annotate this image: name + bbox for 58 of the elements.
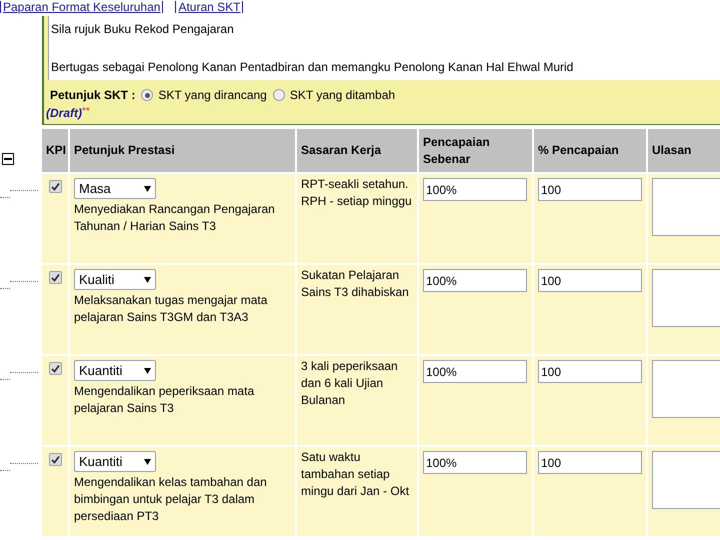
column-header: Ulasan bbox=[648, 129, 720, 172]
column-header: Sasaran Kerja bbox=[297, 129, 417, 172]
dropdown-caret-icon bbox=[144, 368, 151, 374]
percent-field[interactable]: 100 bbox=[538, 178, 642, 201]
tree-line bbox=[10, 190, 38, 191]
target-text: RPT-seakli setahun. RPH - setiap minggu bbox=[301, 176, 413, 210]
link[interactable]: Paparan Format Keseluruhan bbox=[0, 1, 164, 13]
link[interactable]: Aturan SKT bbox=[175, 1, 244, 13]
dropdown-caret-icon bbox=[144, 186, 151, 192]
draft-label: (Draft) bbox=[46, 105, 82, 122]
collapse-icon[interactable] bbox=[2, 153, 14, 165]
category-dropdown[interactable]: Kuantiti bbox=[74, 360, 156, 381]
description-text: Menyediakan Rancangan Pengajaran Tahunan / Harian Sains T3 bbox=[74, 201, 276, 235]
tree-line bbox=[10, 463, 38, 464]
required-mark: ** bbox=[82, 105, 90, 119]
category-dropdown[interactable]: Masa bbox=[74, 178, 156, 199]
tree-line bbox=[0, 470, 10, 471]
petunjuk-label: Petunjuk SKT : bbox=[50, 87, 136, 104]
target-text: Satu waktu tambahan setiap mingu dari Jan - Okt bbox=[301, 449, 410, 500]
column-header: % Pencapaian bbox=[534, 129, 646, 172]
kpi-checkbox[interactable] bbox=[48, 362, 62, 375]
comment-field[interactable] bbox=[652, 451, 720, 509]
percent-field[interactable]: 100 bbox=[538, 360, 642, 383]
target-text: Sukatan Pelajaran Sains T3 dihabiskan bbox=[301, 267, 410, 301]
kpi-checkbox[interactable] bbox=[48, 453, 62, 466]
comment-field[interactable] bbox=[652, 360, 720, 418]
kpi-checkbox[interactable] bbox=[48, 271, 62, 284]
tree-line bbox=[10, 281, 38, 282]
radio-label: SKT yang dirancang bbox=[158, 87, 267, 104]
tree-line bbox=[0, 379, 10, 380]
comment-field[interactable] bbox=[652, 178, 720, 236]
column-header: Pencapaian Sebenar bbox=[419, 129, 532, 172]
note-text: Sila rujuk Buku Rekod Pengajaran bbox=[51, 21, 235, 38]
column-header: KPI bbox=[42, 129, 68, 172]
dropdown-caret-icon bbox=[144, 458, 151, 464]
actual-field[interactable]: 100% bbox=[423, 451, 527, 474]
dropdown-caret-icon bbox=[144, 276, 151, 282]
category-dropdown[interactable]: Kualiti bbox=[74, 269, 156, 290]
percent-field[interactable]: 100 bbox=[538, 451, 642, 474]
tree-line bbox=[0, 288, 10, 289]
actual-field[interactable]: 100% bbox=[423, 269, 527, 292]
category-dropdown[interactable]: Kuantiti bbox=[74, 451, 156, 472]
radio-button[interactable] bbox=[272, 89, 285, 101]
column-header: Petunjuk Prestasi bbox=[70, 129, 295, 172]
description-text: Melaksanakan tugas mengajar mata pelajaran Sains T3GM dan T3A3 bbox=[74, 292, 268, 326]
percent-field[interactable]: 100 bbox=[538, 269, 642, 292]
tree-line bbox=[10, 372, 38, 373]
kpi-checkbox[interactable] bbox=[48, 180, 62, 193]
radio-button[interactable] bbox=[141, 89, 154, 101]
description-text: Mengendalikan kelas tambahan dan bimbingan untuk pelajar T3 dalam persediaan PT3 bbox=[74, 474, 268, 525]
comment-field[interactable] bbox=[652, 269, 720, 327]
actual-field[interactable]: 100% bbox=[423, 360, 527, 383]
note-text: Bertugas sebagai Penolong Kanan Pentadbiran dan memangku Penolong Kanan Hal Ehwal Murid bbox=[51, 59, 574, 76]
tree-line bbox=[0, 197, 10, 198]
target-text: 3 kali peperiksaan dan 6 kali Ujian Bulanan bbox=[301, 358, 399, 409]
actual-field[interactable]: 100% bbox=[423, 178, 527, 201]
radio-label: SKT yang ditambah bbox=[290, 87, 396, 104]
description-text: Mengendalikan peperiksaan mata pelajaran Sains T3 bbox=[74, 383, 256, 417]
